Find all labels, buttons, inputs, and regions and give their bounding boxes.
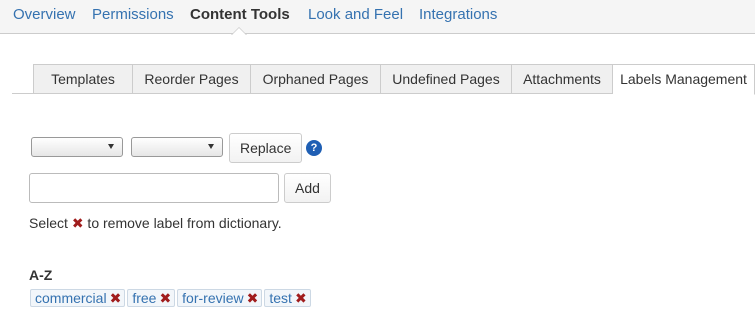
tab-orphaned-pages[interactable]: Orphaned Pages	[251, 64, 381, 94]
remove-label-icon[interactable]: ✖	[247, 290, 259, 306]
hint-suffix: to remove label from dictionary.	[83, 215, 282, 231]
content-tools-tabs: Templates Reorder Pages Orphaned Pages U…	[12, 64, 755, 95]
active-nav-indicator	[231, 27, 247, 35]
replace-from-select[interactable]	[31, 137, 123, 157]
new-label-input[interactable]	[29, 173, 279, 203]
tab-templates[interactable]: Templates	[33, 64, 133, 94]
replace-button[interactable]: Replace	[229, 133, 303, 163]
hint-prefix: Select	[29, 215, 72, 231]
add-button[interactable]: Add	[284, 173, 331, 203]
tab-reorder-pages[interactable]: Reorder Pages	[133, 64, 251, 94]
nav-content-tools[interactable]: Content Tools	[190, 6, 290, 23]
tab-labels-management[interactable]: Labels Management	[613, 64, 755, 95]
help-icon[interactable]: ?	[306, 140, 322, 156]
remove-hint: Select ✖ to remove label from dictionary…	[29, 215, 282, 232]
label-list: commercial ✖ free ✖ for-review ✖ test ✖	[30, 289, 313, 307]
remove-label-icon[interactable]: ✖	[110, 290, 122, 306]
nav-overview[interactable]: Overview	[13, 6, 76, 23]
label-link[interactable]: for-review	[182, 290, 243, 306]
replace-to-select[interactable]	[131, 137, 223, 157]
label-item: test ✖	[264, 289, 311, 307]
label-item: free ✖	[127, 289, 176, 307]
remove-label-icon[interactable]: ✖	[295, 290, 307, 306]
top-navigation: Overview Permissions Content Tools Look …	[0, 0, 755, 35]
remove-icon: ✖	[71, 215, 84, 231]
label-item: commercial ✖	[30, 289, 126, 307]
nav-look-and-feel[interactable]: Look and Feel	[308, 6, 403, 23]
remove-label-icon[interactable]: ✖	[159, 290, 171, 306]
label-link[interactable]: free	[132, 290, 156, 306]
nav-integrations[interactable]: Integrations	[419, 6, 497, 23]
section-title-a-z: A-Z	[29, 267, 53, 283]
tab-undefined-pages[interactable]: Undefined Pages	[381, 64, 512, 94]
label-link[interactable]: commercial	[35, 290, 107, 306]
label-link[interactable]: test	[269, 290, 292, 306]
chevron-down-icon	[108, 144, 114, 149]
tab-attachments[interactable]: Attachments	[512, 64, 613, 94]
nav-permissions[interactable]: Permissions	[92, 6, 174, 23]
label-item: for-review ✖	[177, 289, 263, 307]
chevron-down-icon	[208, 144, 214, 149]
